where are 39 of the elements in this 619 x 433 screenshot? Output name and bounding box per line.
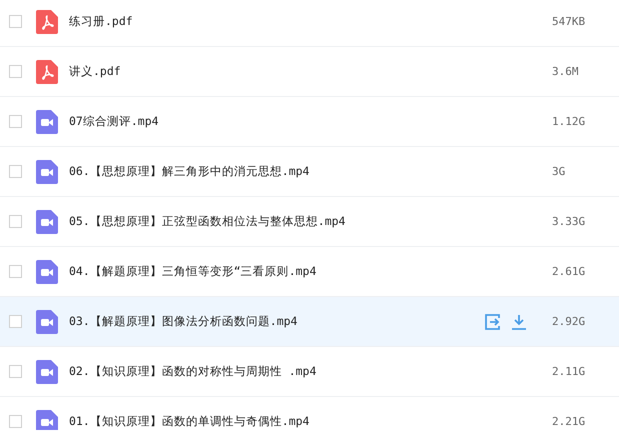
checkbox[interactable] (9, 65, 22, 78)
video-file-icon (36, 110, 58, 134)
checkbox[interactable] (9, 265, 22, 278)
share-icon[interactable] (485, 314, 501, 330)
file-name: 03.【解题原理】图像法分析函数问题.mp4 (69, 314, 298, 329)
video-file-icon (36, 210, 58, 234)
file-name: 05.【思想原理】正弦型函数相位法与整体思想.mp4 (69, 214, 346, 229)
video-file-icon (36, 160, 58, 184)
video-file-icon (36, 410, 58, 430)
file-size: 3.33G (552, 215, 586, 228)
video-file-icon (36, 360, 58, 384)
file-name: 练习册.pdf (69, 14, 134, 29)
pdf-file-icon (36, 10, 58, 34)
checkbox[interactable] (9, 115, 22, 128)
download-icon[interactable] (511, 314, 527, 330)
checkbox[interactable] (9, 165, 22, 178)
checkbox[interactable] (9, 365, 22, 378)
video-file-icon (36, 260, 58, 284)
file-name: 讲义.pdf (69, 64, 122, 79)
file-size: 547KB (552, 15, 586, 28)
video-file-icon (36, 310, 58, 334)
file-size: 2.21G (552, 415, 586, 428)
file-name: 06.【思想原理】解三角形中的消元思想.mp4 (69, 164, 310, 179)
file-name: 02.【知识原理】函数的对称性与周期性 .mp4 (69, 364, 318, 379)
file-size: 3G (552, 165, 566, 178)
file-size: 2.61G (552, 265, 586, 278)
checkbox[interactable] (9, 15, 22, 28)
checkbox[interactable] (9, 315, 22, 328)
file-size: 3.6M (552, 65, 580, 78)
file-name: 01.【知识原理】函数的单调性与奇偶性.mp4 (69, 414, 310, 429)
checkbox[interactable] (9, 215, 22, 228)
checkbox[interactable] (9, 415, 22, 428)
file-name: 07综合测评.mp4 (69, 114, 160, 129)
file-size: 2.11G (552, 365, 586, 378)
file-size: 1.12G (552, 115, 586, 128)
file-size: 2.92G (552, 315, 586, 328)
pdf-file-icon (36, 60, 58, 84)
file-name: 04.【解题原理】三角恒等变形“三看原则.mp4 (69, 264, 318, 279)
file-row[interactable]: 03.【解题原理】图像法分析函数问题.mp4 2.92G (0, 297, 619, 347)
